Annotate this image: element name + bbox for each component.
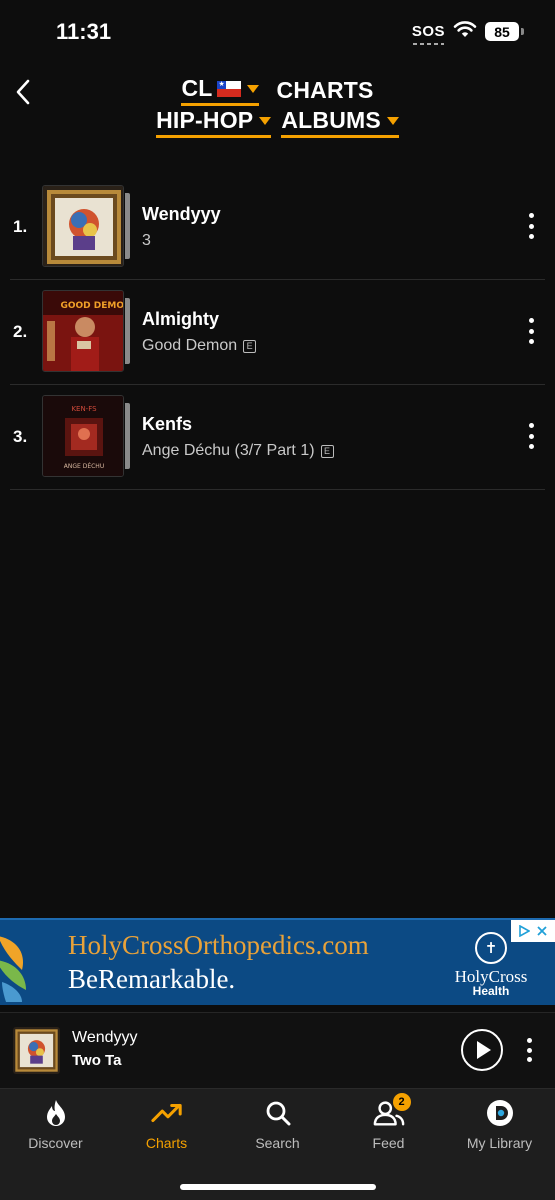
chart-row[interactable]: 1. Wendyyy 3 xyxy=(10,175,545,280)
status-indicators: SOS 85 xyxy=(411,20,524,45)
more-options-button[interactable] xyxy=(525,423,537,449)
album-3-cover-top-text: KEN-FS xyxy=(71,405,97,413)
album-artist: 3 xyxy=(142,232,151,250)
ad-choices[interactable] xyxy=(511,920,555,942)
album-cover[interactable]: KEN-FS ANGE DÉCHU xyxy=(42,395,130,477)
country-selector[interactable]: CL ★ xyxy=(181,75,259,106)
tab-label: Feed xyxy=(372,1135,405,1151)
album-2-cover-text: GOOD DEMON xyxy=(60,301,124,311)
leaf-logo-icon xyxy=(0,936,26,1002)
tab-label: Search xyxy=(255,1135,300,1151)
now-playing-cover[interactable] xyxy=(13,1027,60,1074)
play-button[interactable] xyxy=(461,1029,503,1071)
country-label: CL xyxy=(181,75,213,101)
notification-badge: 2 xyxy=(392,1093,411,1111)
ad-url: HolyCrossOrthopedics.com xyxy=(68,930,369,960)
cross-logo-icon: ✝ xyxy=(475,932,507,964)
tab-label: Charts xyxy=(145,1135,188,1151)
genre-selector[interactable]: HIP-HOP xyxy=(156,107,272,138)
people-icon: 2 xyxy=(373,1093,411,1129)
rank-number: 1. xyxy=(13,217,28,236)
caret-down-icon xyxy=(259,116,272,125)
tab-bar: Discover Charts Search 2 Feed My Library xyxy=(0,1088,555,1200)
explicit-icon: E xyxy=(320,444,334,458)
genre-label: HIP-HOP xyxy=(156,107,254,133)
chart-row[interactable]: 2. GOOD DEMON Almighty Good Demon E xyxy=(10,280,545,385)
adchoices-icon xyxy=(519,925,530,937)
tab-charts[interactable]: Charts xyxy=(111,1097,222,1159)
album-artist: Good Demon E xyxy=(142,337,257,355)
player-more-options-button[interactable] xyxy=(524,1038,534,1062)
trending-up-icon xyxy=(150,1097,183,1129)
more-options-button[interactable] xyxy=(525,318,537,344)
rank-number: 2. xyxy=(13,322,28,341)
more-options-button[interactable] xyxy=(525,213,537,239)
header-row-filters: HIP-HOP ALBUMS xyxy=(0,107,555,138)
close-icon xyxy=(537,926,547,936)
album-title: Almighty xyxy=(142,309,220,329)
charts-heading: CHARTS xyxy=(276,77,374,103)
caret-down-icon xyxy=(386,116,399,125)
ad-banner[interactable]: HolyCrossOrthopedics.com BeRemarkable. ✝… xyxy=(0,918,555,1005)
home-indicator xyxy=(180,1184,376,1190)
tab-search[interactable]: Search xyxy=(222,1097,333,1159)
ad-tagline: BeRemarkable. xyxy=(68,964,236,994)
album-artist: Ange Déchu (3/7 Part 1) E xyxy=(142,442,334,460)
explicit-icon: E xyxy=(243,339,257,353)
rank-number: 3. xyxy=(13,427,28,446)
album-cover[interactable]: GOOD DEMON xyxy=(42,290,130,372)
header-row-country: CL ★ CHARTS xyxy=(0,75,555,106)
status-time: 11:31 xyxy=(56,19,112,44)
chart-list: 1. Wendyyy 3 2. GOOD DEMO Almighty Good … xyxy=(10,175,545,490)
battery-indicator: 85 xyxy=(485,22,524,41)
type-label: ALBUMS xyxy=(281,107,381,133)
type-selector[interactable]: ALBUMS xyxy=(281,107,399,138)
now-playing-artist: Two Ta xyxy=(72,1052,122,1069)
flame-icon xyxy=(40,1097,72,1129)
caret-down-icon xyxy=(246,84,259,93)
chart-row[interactable]: 3. KEN-FS ANGE DÉCHU Kenfs Ange Déchu (3… xyxy=(10,385,545,490)
album-3-cover-bottom-text: ANGE DÉCHU xyxy=(64,462,104,470)
now-playing-title: Wendyyy xyxy=(72,1029,138,1046)
chile-flag-icon: ★ xyxy=(216,80,241,97)
search-icon xyxy=(262,1097,294,1129)
tab-my-library[interactable]: My Library xyxy=(444,1097,555,1159)
wifi-icon xyxy=(453,20,477,43)
library-icon xyxy=(484,1097,516,1129)
sos-indicator: SOS xyxy=(411,23,445,45)
tab-label: Discover xyxy=(28,1135,83,1151)
mini-player[interactable]: Wendyyy Two Ta xyxy=(0,1012,555,1088)
album-title: Kenfs xyxy=(142,414,193,434)
tab-feed[interactable]: 2 Feed xyxy=(333,1093,444,1159)
artist-name: Ange Déchu (3/7 Part 1) xyxy=(142,442,315,459)
artist-name: 3 xyxy=(142,232,151,249)
album-title: Wendyyy xyxy=(142,204,221,224)
tab-discover[interactable]: Discover xyxy=(0,1097,111,1159)
ad-brand-sub: Health xyxy=(472,984,510,998)
artist-name: Good Demon xyxy=(142,337,238,354)
tab-label: My Library xyxy=(466,1135,533,1151)
ad-brand-name: HolyCross xyxy=(454,967,528,986)
status-bar: 11:31 SOS 85 xyxy=(0,0,555,62)
album-cover[interactable] xyxy=(42,185,130,267)
